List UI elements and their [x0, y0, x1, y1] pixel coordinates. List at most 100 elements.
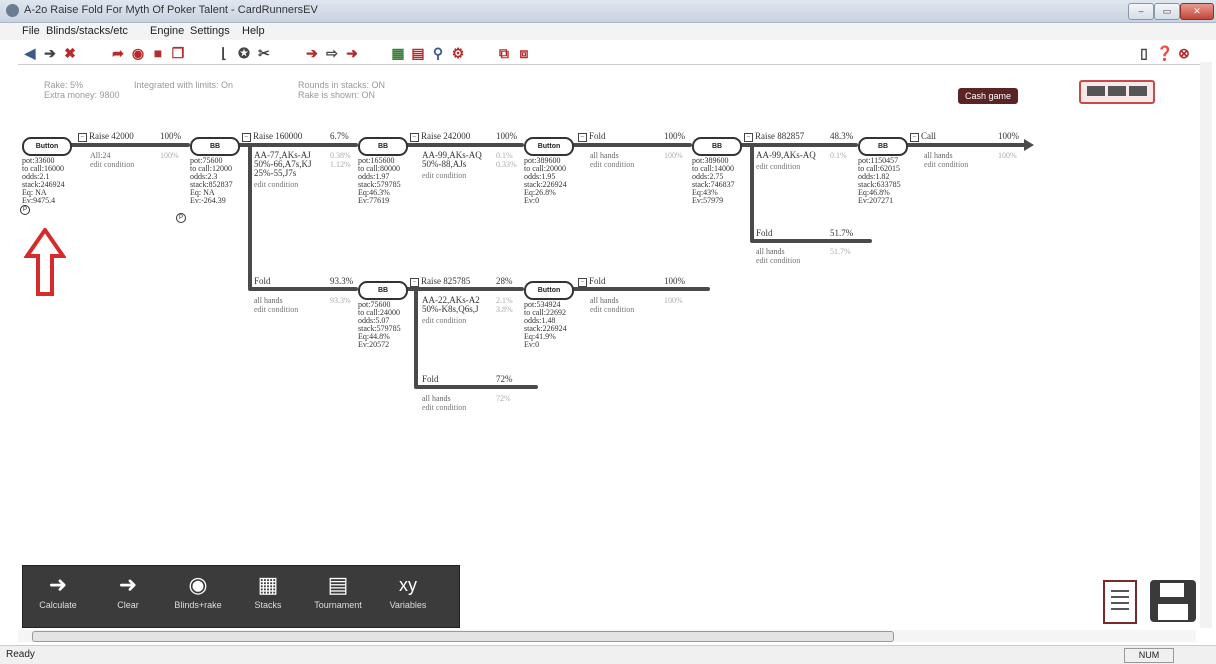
branch-pct-1: 100%	[160, 131, 181, 141]
target-icon[interactable]: ◉	[130, 45, 146, 61]
copy-icon[interactable]: ❐	[170, 45, 186, 61]
minimize-button[interactable]: –	[1128, 3, 1154, 20]
edit-condition-link[interactable]: edit condition	[590, 160, 634, 169]
branch-range-2: AA-77,AKs-AJ 50%-66,A7s,KJ 25%-55,J7s	[254, 150, 312, 178]
link-icon[interactable]: ⚙	[450, 45, 466, 61]
stack-icon[interactable]: ■	[150, 45, 166, 61]
back-arrow-icon[interactable]: ◀	[22, 45, 38, 61]
redo-arrow-icon[interactable]: ➦	[110, 45, 126, 61]
forward-arrow-icon[interactable]: ➔	[42, 45, 58, 61]
edit-condition-link[interactable]: edit condition	[756, 256, 800, 265]
branch-range-9: AA-22,AKs-A2 50%-K8s,Q6s,J	[422, 295, 480, 314]
node-stats-bb-5: pot:1150457 to call:62015 odds:1.82 stac…	[858, 156, 901, 205]
edit-condition-link[interactable]: edit condition	[254, 305, 298, 314]
document-icon[interactable]	[1103, 580, 1137, 624]
tree-line	[736, 143, 858, 147]
tree-node-button-root[interactable]: Button	[22, 137, 72, 156]
view-tab-3[interactable]	[1129, 86, 1147, 96]
branch-action-6: − Call	[910, 131, 936, 142]
branch-faint-4: 100%	[664, 151, 683, 160]
arrow-outline-icon[interactable]: ⇨	[324, 45, 340, 61]
edit-condition-link[interactable]: edit condition	[590, 305, 634, 314]
calculate-button[interactable]: ➜ Calculate	[27, 570, 89, 624]
tree-node-button-7[interactable]: Button	[524, 281, 574, 300]
settings-wheel-icon[interactable]: ✪	[236, 45, 252, 61]
blinds-rake-button[interactable]: ◉ Blinds+rake	[167, 570, 229, 624]
branch-pct-4: 100%	[664, 131, 685, 141]
edit-condition-link[interactable]: edit condition	[924, 160, 968, 169]
branch-pct-3: 100%	[496, 131, 517, 141]
view-tab-1[interactable]	[1087, 86, 1105, 96]
branch-faint-10: 100%	[664, 296, 683, 305]
stacks-button[interactable]: ▦ Stacks	[237, 570, 299, 624]
edit-condition-link[interactable]: edit condition	[756, 162, 800, 171]
delete-x-icon[interactable]: ✖	[62, 45, 78, 61]
branch-range-7: all hands	[756, 247, 785, 256]
close-button[interactable]: ✕	[1180, 3, 1214, 20]
menu-blinds-stacks[interactable]: Blinds/stacks/etc	[46, 25, 128, 37]
cash-game-button[interactable]: Cash game	[958, 88, 1018, 104]
branch-pct-10: 100%	[664, 276, 685, 286]
menu-settings[interactable]: Settings	[190, 25, 230, 37]
branch-pct-7: 51.7%	[830, 228, 854, 238]
tree-node-button-3[interactable]: Button	[524, 137, 574, 156]
tools-icon[interactable]: ✂	[256, 45, 272, 61]
branch-action-8: Fold	[254, 276, 271, 286]
branch-faint-5: 0.1%	[830, 151, 847, 160]
edit-condition-link[interactable]: edit condition	[254, 180, 298, 189]
branch-faint-6: 100%	[998, 151, 1017, 160]
tree-line	[750, 239, 872, 243]
grid-icon[interactable]: ▦	[390, 45, 406, 61]
tree-node-bb-6[interactable]: BB	[358, 281, 408, 300]
vertical-scrollbar[interactable]	[1200, 62, 1212, 628]
tree-line	[402, 287, 524, 291]
tree-icon[interactable]: ⚲	[430, 45, 446, 61]
arrow-right-icon[interactable]: ➔	[304, 45, 320, 61]
import-icon[interactable]: ⧈	[516, 45, 532, 61]
tree-line	[234, 143, 358, 147]
export-icon[interactable]: ⧉	[496, 45, 512, 61]
menu-help[interactable]: Help	[242, 25, 265, 37]
maximize-button[interactable]: ▭	[1154, 3, 1180, 20]
tree-node-bb-2[interactable]: BB	[358, 137, 408, 156]
new-document-icon[interactable]: ▯	[1136, 45, 1152, 61]
horizontal-scrollbar[interactable]	[18, 630, 1196, 642]
view-tab-2[interactable]	[1108, 86, 1126, 96]
tournament-button[interactable]: ▤ Tournament	[307, 570, 369, 624]
branch-action-2: − Raise 160000	[242, 131, 302, 142]
view-tabs[interactable]	[1079, 80, 1155, 104]
num-lock-indicator: NUM	[1124, 648, 1174, 663]
branch-faint-11: 72%	[496, 394, 511, 403]
clear-arrow-icon: ➜	[118, 572, 138, 597]
save-floppy-icon[interactable]	[1150, 580, 1196, 622]
branch-faint-2: 0.38% 1.12%	[330, 151, 351, 169]
clear-button[interactable]: ➜ Clear	[97, 570, 159, 624]
scrollbar-thumb[interactable]	[32, 631, 894, 642]
tree-line	[248, 287, 358, 291]
tree-node-bb-1[interactable]: BB	[190, 137, 240, 156]
tree-line	[414, 385, 538, 389]
edit-condition-link[interactable]: edit condition	[422, 316, 466, 325]
blinds-rake-icon: ◉	[188, 572, 208, 597]
edit-condition-link[interactable]: edit condition	[422, 403, 466, 412]
variables-button[interactable]: xy Variables	[377, 570, 439, 624]
edit-condition-link[interactable]: edit condition	[422, 171, 466, 180]
window-title: A-2o Raise Fold For Myth Of Poker Talent…	[24, 4, 318, 16]
help-circle-icon[interactable]: ❓	[1156, 45, 1173, 61]
node-stats-button-3: pot:389600 to call:20000 odds:1.95 stack…	[524, 156, 567, 205]
chart-icon[interactable]: ⌊	[216, 45, 232, 61]
tree-node-bb-4[interactable]: BB	[692, 137, 742, 156]
edit-condition-link[interactable]: edit condition	[90, 160, 134, 169]
branch-range-3: AA-99,AKs-AQ 50%-88,AJs	[422, 150, 482, 169]
stacks-icon: ▦	[257, 572, 279, 597]
menu-file[interactable]: File	[22, 25, 40, 37]
arrow-red-icon[interactable]: ➜	[344, 45, 360, 61]
app-icon	[6, 4, 19, 17]
menu-engine[interactable]: Engine	[150, 25, 184, 37]
branch-range-10: all hands	[590, 296, 619, 305]
tree-line	[568, 287, 710, 291]
close-red-icon[interactable]: ⊗	[1176, 45, 1192, 61]
table-icon[interactable]: ▤	[410, 45, 426, 61]
tree-node-bb-5[interactable]: BB	[858, 137, 908, 156]
branch-range-6: all hands	[924, 151, 953, 160]
